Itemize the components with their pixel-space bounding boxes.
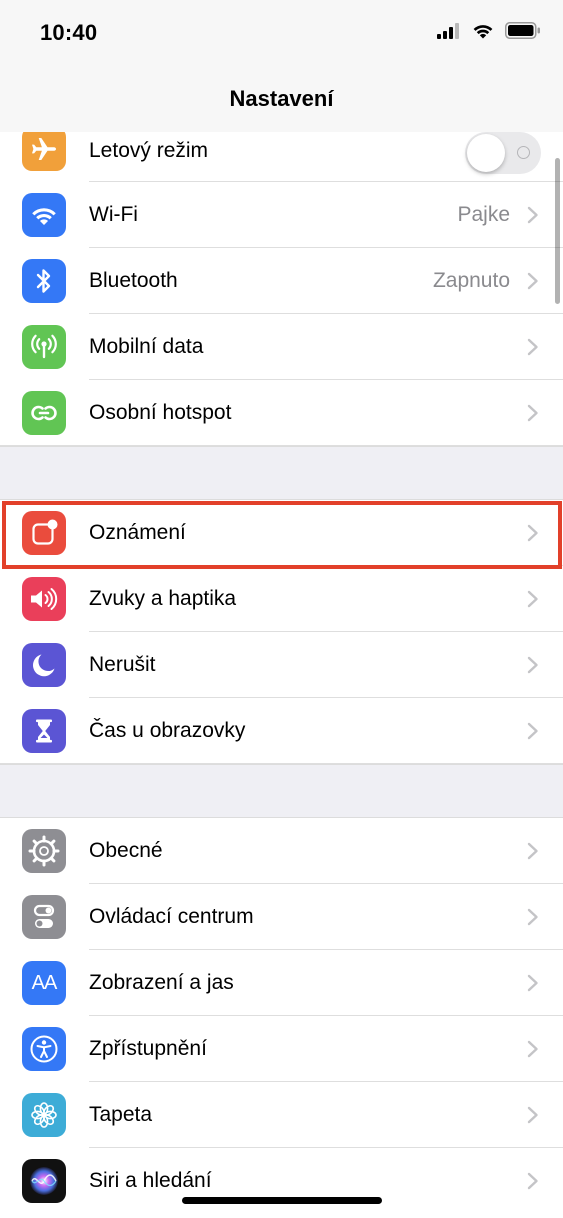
section-gap <box>0 446 563 500</box>
chevron-right-icon <box>527 908 538 926</box>
chevron-right-icon <box>527 404 538 422</box>
wifi-signal-icon <box>471 22 495 39</box>
settings-row-siri-search[interactable]: Siri a hledání <box>0 1148 563 1214</box>
settings-row-notifications[interactable]: Oznámení <box>0 500 563 566</box>
settings-row-label: Osobní hotspot <box>89 401 232 424</box>
settings-row-label: Zvuky a haptika <box>89 587 237 610</box>
row-separator <box>0 763 563 764</box>
settings-group-notifications: Oznámení Zvuky a haptika Nerušit Čas u o… <box>0 500 563 764</box>
switches-icon <box>22 895 66 939</box>
status-time: 10:40 <box>40 20 98 45</box>
status-icons <box>437 22 541 39</box>
siri-icon <box>22 1159 66 1203</box>
cellular-signal-icon <box>437 22 461 39</box>
settings-list[interactable]: Letový režim Wi-Fi Pajke Bluetooth Zapnu… <box>0 132 563 1214</box>
text-size-icon: AA <box>22 961 66 1005</box>
settings-row-screen-time[interactable]: Čas u obrazovky <box>0 698 563 764</box>
settings-row-label: Čas u obrazovky <box>89 719 246 742</box>
bluetooth-icon <box>22 259 66 303</box>
chevron-right-icon <box>527 842 538 860</box>
settings-row-bluetooth[interactable]: Bluetooth Zapnuto <box>0 248 563 314</box>
battery-icon <box>505 22 541 39</box>
toggle-knob <box>467 134 505 172</box>
home-indicator[interactable] <box>182 1197 382 1204</box>
settings-row-label: Mobilní data <box>89 335 204 358</box>
settings-row-label: Ovládací centrum <box>89 905 254 928</box>
moon-icon <box>22 643 66 687</box>
settings-group-connectivity: Letový režim Wi-Fi Pajke Bluetooth Zapnu… <box>0 132 563 446</box>
link-icon <box>22 391 66 435</box>
chevron-right-icon <box>527 272 538 290</box>
settings-row-label: Siri a hledání <box>89 1169 212 1192</box>
section-gap <box>0 764 563 818</box>
chevron-right-icon <box>527 1106 538 1124</box>
settings-row-do-not-disturb[interactable]: Nerušit <box>0 632 563 698</box>
settings-row-display-brightness[interactable]: AA Zobrazení a jas <box>0 950 563 1016</box>
chevron-right-icon <box>527 722 538 740</box>
settings-row-general[interactable]: Obecné <box>0 818 563 884</box>
toggle-off-indicator <box>517 146 530 159</box>
speaker-icon <box>22 577 66 621</box>
chevron-right-icon <box>527 524 538 542</box>
chevron-right-icon <box>527 1040 538 1058</box>
settings-row-label: Obecné <box>89 839 163 862</box>
gear-icon <box>22 829 66 873</box>
chevron-right-icon <box>527 656 538 674</box>
accessibility-icon <box>22 1027 66 1071</box>
status-bar: 10:40 <box>0 0 563 70</box>
settings-group-general: Obecné Ovládací centrum AA Zobrazení a j <box>0 818 563 1214</box>
row-separator <box>0 445 563 446</box>
hourglass-icon <box>22 709 66 753</box>
antenna-icon <box>22 325 66 369</box>
settings-row-label: Zpřístupnění <box>89 1037 207 1060</box>
wifi-network-value: Pajke <box>457 203 510 226</box>
settings-row-sounds[interactable]: Zvuky a haptika <box>0 566 563 632</box>
navigation-bar: Nastavení <box>0 70 563 133</box>
notifications-icon <box>22 511 66 555</box>
wifi-icon <box>22 193 66 237</box>
settings-row-wallpaper[interactable]: Tapeta <box>0 1082 563 1148</box>
text-size-glyph: AA <box>31 971 58 994</box>
settings-row-wifi[interactable]: Wi-Fi Pajke <box>0 182 563 248</box>
settings-row-label: Zobrazení a jas <box>89 971 234 994</box>
settings-row-accessibility[interactable]: Zpřístupnění <box>0 1016 563 1082</box>
settings-row-label: Nerušit <box>89 653 156 676</box>
settings-row-personal-hotspot[interactable]: Osobní hotspot <box>0 380 563 446</box>
settings-row-mobile-data[interactable]: Mobilní data <box>0 314 563 380</box>
chevron-right-icon <box>527 206 538 224</box>
settings-row-control-center[interactable]: Ovládací centrum <box>0 884 563 950</box>
airplane-icon <box>22 132 66 171</box>
chevron-right-icon <box>527 338 538 356</box>
airplane-mode-toggle[interactable] <box>465 132 541 174</box>
bluetooth-status-value: Zapnuto <box>432 269 510 292</box>
flower-icon <box>22 1093 66 1137</box>
settings-row-label: Bluetooth <box>89 269 178 292</box>
chevron-right-icon <box>527 590 538 608</box>
page-title: Nastavení <box>229 86 334 111</box>
settings-row-label: Tapeta <box>89 1103 153 1126</box>
settings-row-label: Wi-Fi <box>89 203 138 226</box>
settings-row-label: Letový režim <box>89 139 209 162</box>
chevron-right-icon <box>527 974 538 992</box>
settings-row-airplane-mode[interactable]: Letový režim <box>0 132 563 182</box>
chevron-right-icon <box>527 1172 538 1190</box>
settings-row-label: Oznámení <box>89 521 186 544</box>
scroll-indicator <box>555 158 560 304</box>
